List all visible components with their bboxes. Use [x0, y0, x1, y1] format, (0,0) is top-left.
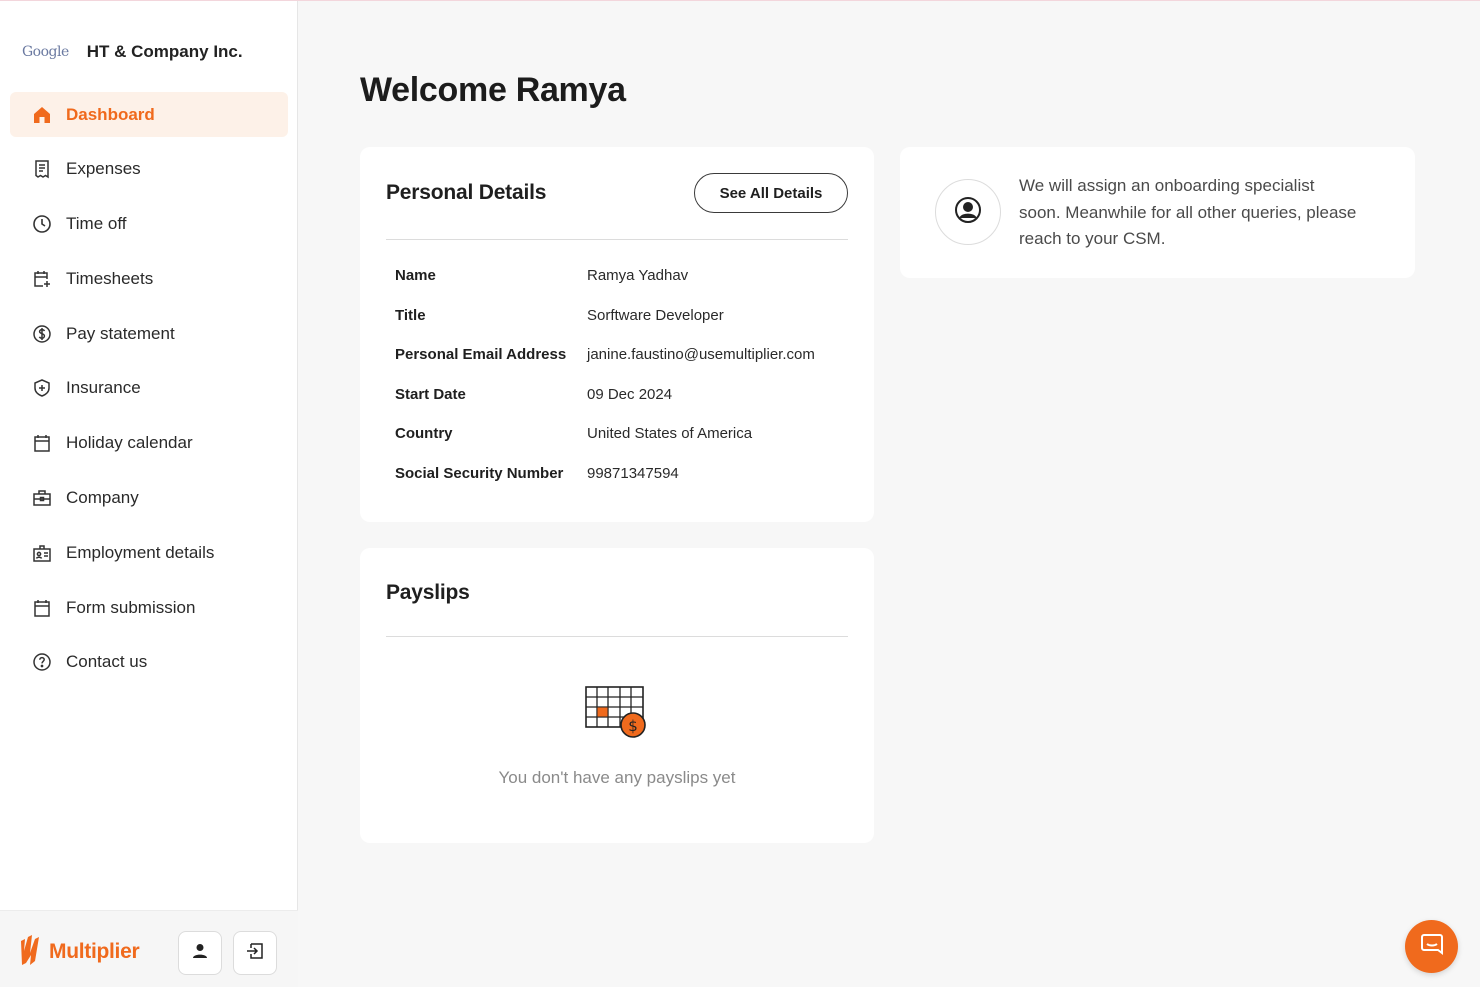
shield-plus-icon: [32, 378, 52, 398]
payslips-card: Payslips $ You don't have any payslips y…: [360, 548, 874, 843]
detail-row: Start Date 09 Dec 2024: [395, 386, 815, 426]
detail-value: United States of America: [587, 425, 753, 443]
details-list: Name Ramya Yadhav Title Sorftware Develo…: [395, 267, 815, 505]
detail-row: Title Sorftware Developer: [395, 307, 815, 347]
multiplier-brand[interactable]: Multiplier: [18, 931, 140, 972]
calendar-form-icon: [32, 598, 52, 618]
sidebar-item-form-submission[interactable]: Form submission: [10, 585, 288, 630]
sidebar-item-label: Holiday calendar: [66, 433, 193, 453]
sidebar-item-insurance[interactable]: Insurance: [10, 366, 288, 411]
calendar-icon: [32, 433, 52, 453]
sidebar-item-label: Dashboard: [66, 104, 155, 124]
page-title: Welcome Ramya: [360, 71, 626, 109]
home-icon: [32, 105, 52, 125]
sidebar-item-dashboard[interactable]: Dashboard: [10, 92, 288, 137]
detail-label: Personal Email Address: [395, 346, 567, 364]
sidebar-item-label: Time off: [66, 214, 127, 234]
personal-details-card: Personal Details See All Details Name Ra…: [360, 147, 874, 522]
sidebar-item-expenses[interactable]: Expenses: [10, 147, 288, 192]
sidebar-item-contact-us[interactable]: Contact us: [10, 640, 288, 685]
sidebar-item-label: Expenses: [66, 159, 141, 179]
divider: [386, 239, 848, 240]
detail-row: Name Ramya Yadhav: [395, 267, 815, 307]
sidebar: Google HT & Company Inc. Dashboard Expen…: [0, 1, 298, 987]
user-circle-icon: [954, 196, 982, 229]
logout-button[interactable]: [233, 931, 277, 975]
multiplier-logo-icon: [18, 931, 46, 972]
brand-name: Multiplier: [49, 939, 140, 963]
sidebar-item-label: Contact us: [66, 652, 148, 672]
detail-value: Ramya Yadhav: [587, 267, 689, 284]
sidebar-item-holiday-calendar[interactable]: Holiday calendar: [10, 421, 288, 466]
detail-label: Start Date: [395, 385, 466, 403]
sidebar-item-pay-statement[interactable]: Pay statement: [10, 311, 288, 356]
chat-icon: [1420, 932, 1444, 961]
onboarding-info-text: We will assign an onboarding specialist …: [1019, 176, 1357, 248]
sidebar-item-label: Timesheets: [66, 268, 154, 288]
sidebar-item-label: Employment details: [66, 542, 215, 562]
onboarding-info-card: We will assign an onboarding specialist …: [900, 147, 1415, 278]
svg-text:$: $: [628, 717, 638, 735]
see-all-details-button[interactable]: See All Details: [694, 173, 848, 213]
divider: [386, 636, 848, 637]
detail-row: Personal Email Address janine.faustino@u…: [395, 346, 815, 386]
user-icon: [191, 942, 209, 965]
company-name: HT & Company Inc.: [86, 42, 243, 61]
profile-button[interactable]: [178, 931, 222, 975]
detail-label: Country: [395, 425, 453, 443]
help-circle-icon: [32, 652, 52, 672]
detail-value: Sorftware Developer: [587, 306, 724, 324]
calendar-plus-icon: [32, 269, 52, 289]
sidebar-item-time-off[interactable]: Time off: [10, 202, 288, 247]
personal-details-title: Personal Details: [386, 181, 547, 204]
chat-launcher-button[interactable]: [1405, 920, 1458, 973]
sidebar-item-label: Company: [66, 488, 139, 508]
sidebar-nav: Dashboard Expenses Time off Timesheets P…: [10, 92, 288, 695]
sidebar-item-company[interactable]: Company: [10, 476, 288, 521]
sidebar-item-label: Pay statement: [66, 323, 175, 343]
detail-value: 99871347594: [587, 464, 679, 482]
detail-label: Social Security Number: [395, 464, 564, 482]
sidebar-item-label: Insurance: [66, 378, 141, 398]
company-logo: Google: [22, 44, 69, 60]
receipt-icon: [32, 159, 52, 179]
sidebar-item-label: Form submission: [66, 597, 196, 617]
detail-row: Social Security Number 99871347594: [395, 465, 815, 505]
detail-label: Name: [395, 267, 436, 284]
sidebar-item-employment-details[interactable]: Employment details: [10, 530, 288, 575]
detail-value: 09 Dec 2024: [587, 385, 673, 403]
clock-icon: [32, 214, 52, 234]
payslips-title: Payslips: [386, 581, 470, 604]
detail-label: Title: [395, 306, 426, 324]
payslip-calendar-icon: $: [585, 686, 649, 745]
id-badge-icon: [32, 543, 52, 563]
sidebar-footer: Multiplier: [0, 910, 298, 987]
logout-icon: [245, 941, 265, 966]
avatar: [935, 179, 1001, 245]
sidebar-item-timesheets[interactable]: Timesheets: [10, 256, 288, 301]
dollar-circle-icon: [32, 324, 52, 344]
briefcase-icon: [32, 488, 52, 508]
company-header: Google HT & Company Inc.: [22, 39, 243, 65]
detail-value: janine.faustino@usemultiplier.com: [587, 346, 815, 364]
payslips-empty-text: You don't have any payslips yet: [498, 768, 736, 787]
detail-row: Country United States of America: [395, 425, 815, 465]
